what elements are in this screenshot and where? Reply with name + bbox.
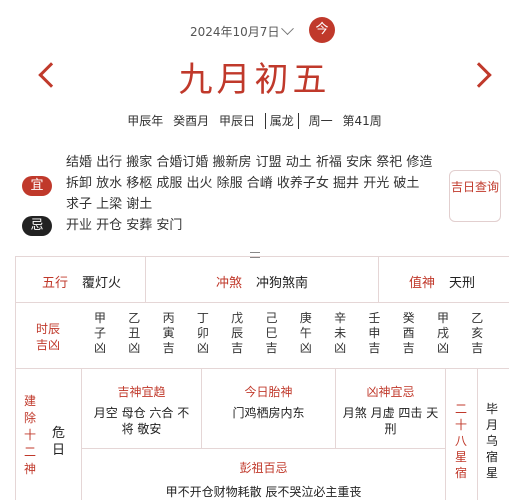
hour-luck: 凶 bbox=[436, 341, 449, 355]
yi-activities: 结婚 出行 搬家 合婚订婚 搬新房 订盟 动土 祈福 安床 祭祀 修造 拆卸 放… bbox=[66, 155, 433, 212]
hour-ganzhi-char: 戌 bbox=[436, 326, 449, 340]
hour-ganzhi-char: 丙 bbox=[162, 311, 175, 325]
xiu-label-cell: 二十八星宿 bbox=[446, 369, 478, 500]
hour-ganzhi-char: 卯 bbox=[196, 326, 209, 340]
hour-ganzhi-char: 辰 bbox=[231, 326, 244, 340]
zhishen-cell: 值神 天刑 bbox=[379, 257, 509, 303]
hour-luck: 凶 bbox=[334, 341, 347, 355]
hour-ganzhi-char: 乙 bbox=[128, 311, 141, 325]
hour-item: 庚午凶 bbox=[298, 311, 314, 356]
hours-row: 时辰 吉凶 甲子凶乙丑凶丙寅吉丁卯凶戊辰吉己巳吉庚午凶辛未凶壬申吉癸酉吉甲戌凶乙亥… bbox=[16, 303, 509, 369]
pengzu-cell: 彭祖百忌 甲不开仓财物耗散 辰不哭泣必主重丧 bbox=[82, 449, 446, 500]
ganzhi-month: 癸酉月 bbox=[173, 114, 210, 128]
hour-ganzhi-char: 甲 bbox=[436, 311, 449, 325]
hour-ganzhi-char: 丑 bbox=[128, 326, 141, 340]
pengzu-text: 甲不开仓财物耗散 辰不哭泣必主重丧 bbox=[165, 485, 362, 499]
jishen-title: 吉神宜趋 bbox=[117, 385, 166, 399]
xiu-label: 二十八星宿 bbox=[455, 402, 468, 480]
taishen-title: 今日胎神 bbox=[244, 385, 293, 399]
pengzu-title: 彭祖百忌 bbox=[239, 461, 288, 475]
wuxing-cell: 五行 覆灯火 bbox=[16, 257, 146, 303]
zodiac: 属龙 bbox=[264, 113, 299, 129]
hour-luck: 凶 bbox=[196, 341, 209, 355]
wuxing-label: 五行 bbox=[42, 276, 69, 291]
ganzhi-day: 甲辰日 bbox=[218, 114, 255, 128]
hour-ganzhi-char: 乙 bbox=[471, 311, 484, 325]
jishen-cell: 吉神宜趋 月空 母仓 六合 不将 敬安 bbox=[82, 369, 202, 449]
hour-luck: 吉 bbox=[368, 341, 381, 355]
hour-luck: 凶 bbox=[93, 341, 106, 355]
ji-badge: 忌 bbox=[22, 216, 52, 236]
hour-ganzhi-char: 子 bbox=[93, 326, 106, 340]
hour-luck: 吉 bbox=[162, 341, 175, 355]
chongsha-cell: 冲煞 冲狗煞南 bbox=[146, 257, 379, 303]
hour-ganzhi-char: 未 bbox=[334, 326, 347, 340]
hour-luck: 吉 bbox=[402, 341, 415, 355]
date-selector-label: 2024年10月7日 bbox=[190, 25, 280, 39]
lunar-date-title: 九月初五 bbox=[178, 60, 331, 100]
hour-ganzhi-char: 癸 bbox=[402, 311, 415, 325]
ganzhi-info: 甲辰年 癸酉月 甲辰日 属龙 周一 第41周 bbox=[0, 112, 509, 129]
xiu-value-cell: 毕月乌宿星 bbox=[478, 369, 509, 500]
xiu-value: 毕月乌宿星 bbox=[486, 402, 499, 480]
hour-item: 辛未凶 bbox=[332, 311, 348, 356]
chongsha-label: 冲煞 bbox=[216, 276, 243, 291]
today-button[interactable]: 今 bbox=[309, 17, 335, 43]
hour-item: 癸酉吉 bbox=[401, 311, 417, 356]
hour-ganzhi-char: 壬 bbox=[368, 311, 381, 325]
hour-item: 乙丑凶 bbox=[126, 311, 142, 356]
xiongshen-title: 凶神宜忌 bbox=[366, 385, 415, 399]
hour-ganzhi-char: 午 bbox=[299, 326, 312, 340]
hour-ganzhi-char: 庚 bbox=[299, 311, 312, 325]
chongsha-value: 冲狗煞南 bbox=[256, 276, 309, 291]
hour-ganzhi-char: 甲 bbox=[93, 311, 106, 325]
hour-item: 甲戌凶 bbox=[435, 311, 451, 356]
taishen-body: 门鸡栖房内东 bbox=[232, 406, 305, 420]
hour-item: 壬申吉 bbox=[366, 311, 382, 356]
xiongshen-body: 月煞 月虚 四击 天刑 bbox=[342, 406, 439, 436]
hour-ganzhi-char: 酉 bbox=[402, 326, 415, 340]
hour-item: 乙亥吉 bbox=[469, 311, 485, 356]
hour-item: 己巳吉 bbox=[264, 311, 280, 356]
taishen-cell: 今日胎神 门鸡栖房内东 bbox=[202, 369, 336, 449]
hour-item: 丙寅吉 bbox=[161, 311, 177, 356]
jianchu-cell: 建除十二神 危日 bbox=[16, 369, 82, 500]
week-number: 第41周 bbox=[342, 114, 382, 128]
wuxing-value: 覆灯火 bbox=[82, 276, 122, 291]
date-selector[interactable]: 2024年10月7日 bbox=[190, 22, 295, 40]
xiongshen-cell: 凶神宜忌 月煞 月虚 四击 天刑 bbox=[336, 369, 446, 449]
jianchu-label: 建除十二神 bbox=[24, 394, 37, 476]
hour-luck: 凶 bbox=[128, 341, 141, 355]
ganzhi-year: 甲辰年 bbox=[127, 114, 164, 128]
auspicious-day-query-button[interactable]: 吉日查询 bbox=[449, 170, 501, 222]
weekday: 周一 bbox=[308, 114, 333, 128]
jianchu-value: 危日 bbox=[52, 426, 66, 458]
hour-ganzhi-char: 亥 bbox=[471, 326, 484, 340]
hour-luck: 吉 bbox=[265, 341, 278, 355]
hour-ganzhi-char: 辛 bbox=[334, 311, 347, 325]
hour-luck: 吉 bbox=[231, 341, 244, 355]
jishen-body: 月空 母仓 六合 不将 敬安 bbox=[93, 406, 190, 436]
ji-activities: 开业 开仓 安葬 安门 bbox=[66, 218, 183, 233]
yi-badge: 宜 bbox=[22, 176, 52, 196]
chevron-down-icon bbox=[281, 22, 295, 36]
hour-ganzhi-char: 巳 bbox=[265, 326, 278, 340]
zhishen-value: 天刑 bbox=[449, 276, 476, 291]
hour-ganzhi-char: 申 bbox=[368, 326, 381, 340]
hour-luck: 吉 bbox=[471, 341, 484, 355]
hour-ganzhi-char: 己 bbox=[265, 311, 278, 325]
hour-ganzhi-char: 戊 bbox=[231, 311, 244, 325]
hour-ganzhi-char: 丁 bbox=[196, 311, 209, 325]
almanac-grid: 五行 覆灯火 冲煞 冲狗煞南 值神 天刑 时辰 吉凶 甲子凶乙丑凶丙寅吉丁卯凶戊辰… bbox=[15, 256, 509, 500]
zhishen-label: 值神 bbox=[409, 276, 436, 291]
hour-ganzhi-char: 寅 bbox=[162, 326, 175, 340]
hour-item: 戊辰吉 bbox=[229, 311, 245, 356]
hour-item: 丁卯凶 bbox=[195, 311, 211, 356]
hours-label: 时辰 吉凶 bbox=[36, 322, 61, 352]
hour-item: 甲子凶 bbox=[92, 311, 108, 356]
hour-luck: 凶 bbox=[299, 341, 312, 355]
